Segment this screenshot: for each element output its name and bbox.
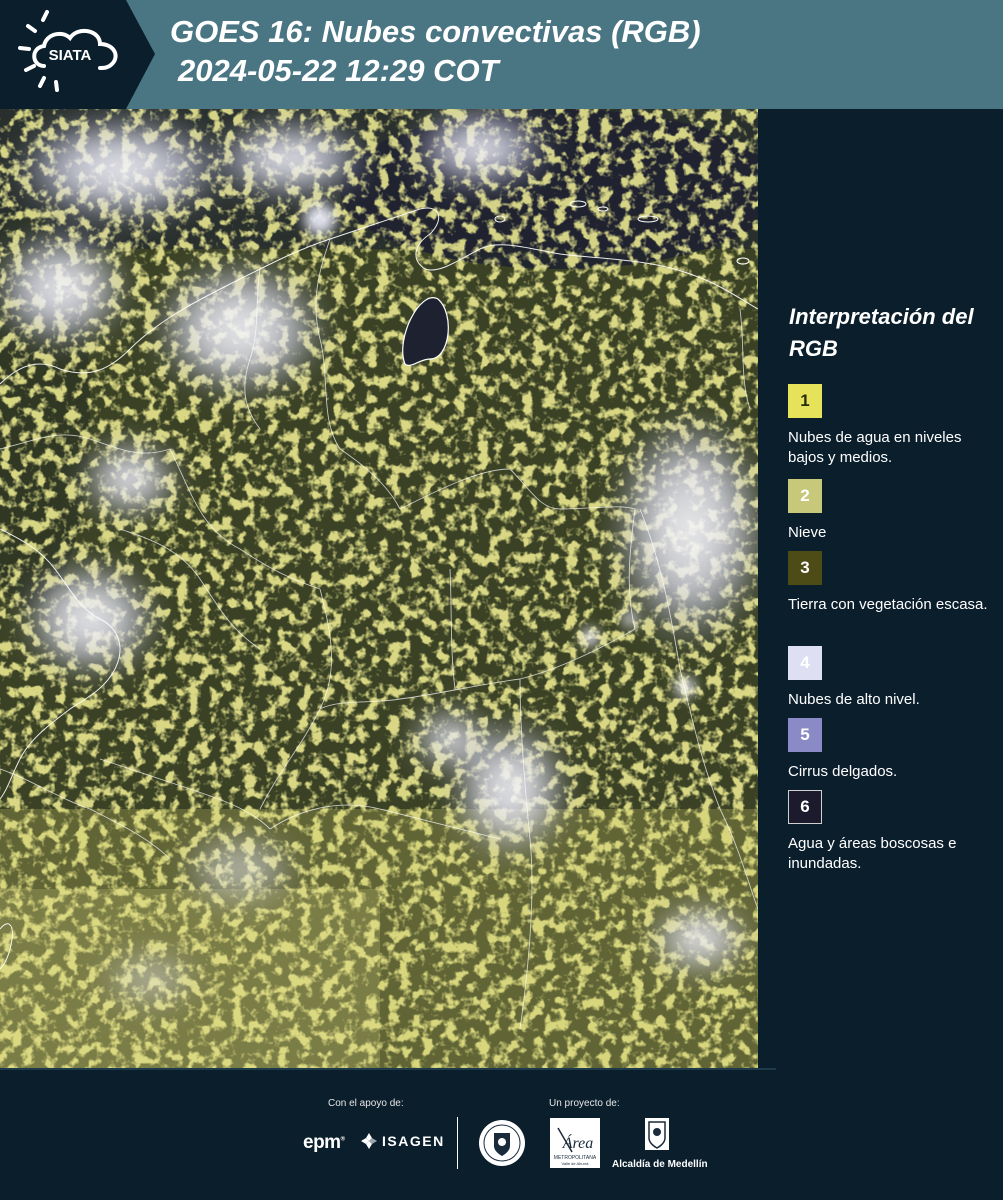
alcaldia-logo-text: Alcaldía de Medellín xyxy=(612,1159,708,1170)
legend-swatch-3: 3 xyxy=(788,551,822,585)
legend-item-4: 4 Nubes de alto nivel. xyxy=(788,646,998,710)
alcaldia-medellin-logo: Alcaldía de Medellín xyxy=(612,1116,708,1170)
page-title: GOES 16: Nubes convectivas (RGB) xyxy=(170,14,701,49)
legend-item-3: 3 Tierra con vegetación escasa. xyxy=(788,551,998,615)
legend-swatch-1: 1 xyxy=(788,384,822,418)
isagen-mark-icon xyxy=(361,1133,377,1149)
legend-label-1: Nubes de agua en niveles bajos y medios. xyxy=(788,429,962,466)
medellin-seal-logo xyxy=(477,1118,527,1173)
legend-item-6: 6 Agua y áreas boscosas e inundadas. xyxy=(788,790,998,874)
legend-swatch-6: 6 xyxy=(788,790,822,824)
footer-vertical-divider xyxy=(457,1117,458,1169)
area-logo-subtext2: Valle de Aburrá xyxy=(561,1161,589,1166)
support-label: Con el apoyo de: xyxy=(328,1098,404,1109)
legend-swatch-4: 4 xyxy=(788,646,822,680)
satellite-image xyxy=(0,109,758,1070)
epm-logo-text: epm xyxy=(303,1132,341,1153)
epm-logo: epm® xyxy=(303,1132,345,1153)
legend-label-6: Agua y áreas boscosas e inundadas. xyxy=(788,835,957,872)
legend-item-1: 1 Nubes de agua en niveles bajos y medio… xyxy=(788,384,998,468)
legend-panel: Interpretación del RGB 1 Nubes de agua e… xyxy=(758,109,1003,1070)
legend-label-5: Cirrus delgados. xyxy=(788,763,898,780)
project-label: Un proyecto de: xyxy=(549,1098,620,1109)
area-logo-text: Área xyxy=(562,1133,594,1152)
timestamp: 2024-05-22 12:29 COT xyxy=(178,53,499,88)
siata-logo-text: SIATA xyxy=(49,47,92,64)
alcaldia-shield-icon xyxy=(645,1118,669,1150)
legend-label-2: Nieve xyxy=(788,524,827,541)
legend-swatch-5: 5 xyxy=(788,718,822,752)
header-bar: SIATA GOES 16: Nubes convectivas (RGB) 2… xyxy=(0,0,1003,109)
isagen-logo-text: ISAGEN xyxy=(382,1133,445,1149)
legend-item-2: 2 Nieve xyxy=(788,479,998,543)
isagen-logo: ISAGEN xyxy=(360,1132,445,1150)
legend-title: Interpretación del RGB xyxy=(789,304,974,361)
legend-swatch-2: 2 xyxy=(788,479,822,513)
legend-label-3: Tierra con vegetación escasa. xyxy=(788,596,988,613)
area-metropolitana-logo: Área METROPOLITANA Valle de Aburrá xyxy=(550,1118,600,1173)
footer: Con el apoyo de: Un proyecto de: epm® IS… xyxy=(0,1070,1003,1200)
siata-logo: SIATA xyxy=(0,0,155,109)
legend-item-5: 5 Cirrus delgados. xyxy=(788,718,998,782)
legend-label-4: Nubes de alto nivel. xyxy=(788,691,920,708)
